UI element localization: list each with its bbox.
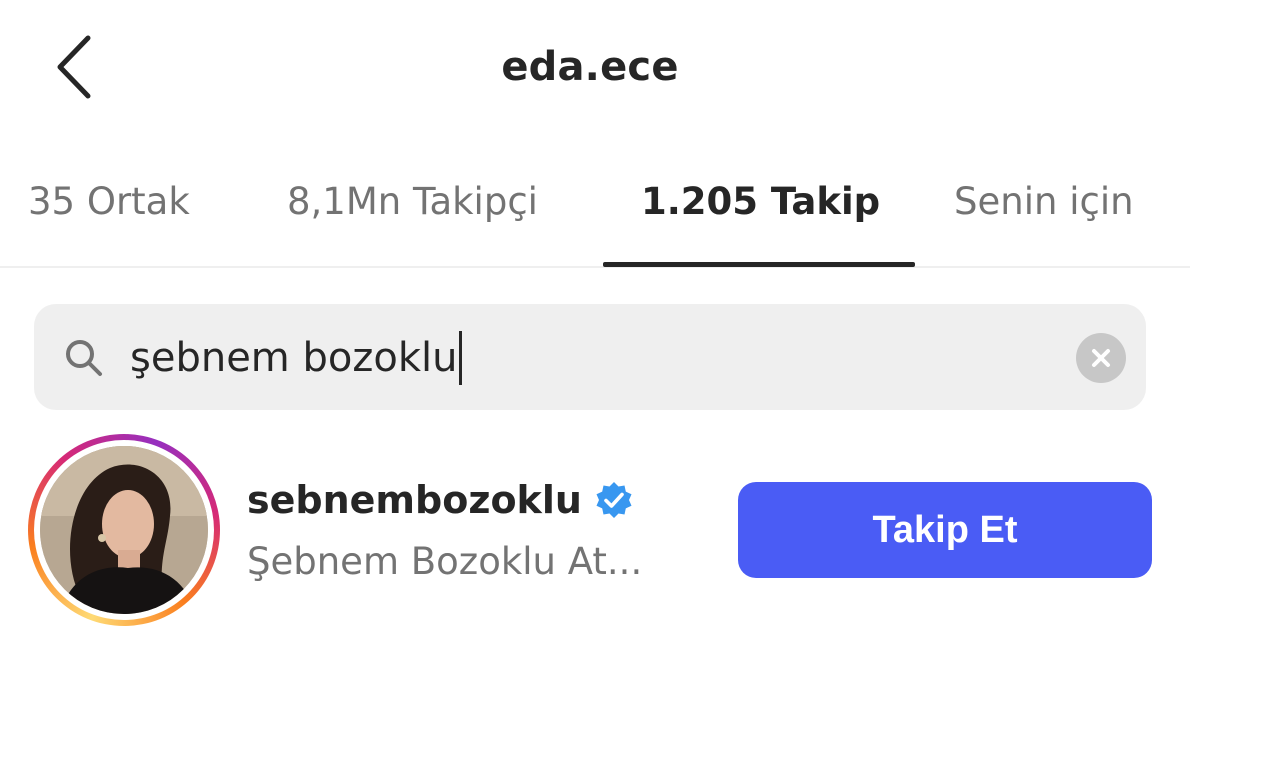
clear-icon: [1092, 349, 1110, 367]
search-bar: şebnem bozoklu: [34, 304, 1146, 410]
clear-search-button[interactable]: [1076, 333, 1126, 383]
result-username-line: sebnembozoklu: [247, 478, 634, 522]
tab-mutual[interactable]: 35 Ortak: [28, 180, 190, 223]
following-search-screen: eda.ece 35 Ortak 8,1Mn Takipçi 1.205 Tak…: [0, 0, 1280, 784]
tab-for-you[interactable]: Senin için: [954, 180, 1134, 223]
text-caret: [459, 331, 463, 385]
result-username[interactable]: sebnembozoklu: [247, 478, 582, 522]
profile-username-title: eda.ece: [501, 44, 679, 90]
search-query-text: şebnem bozoklu: [130, 335, 458, 381]
search-input[interactable]: şebnem bozoklu: [130, 330, 463, 386]
follow-tabs: 35 Ortak 8,1Mn Takipçi 1.205 Takip Senin…: [0, 170, 1190, 268]
search-icon: [66, 340, 102, 376]
search-result-row[interactable]: sebnembozoklu Şebnem Bozoklu At... Takip…: [0, 430, 1280, 630]
result-full-name: Şebnem Bozoklu At...: [247, 540, 643, 583]
story-ring[interactable]: [28, 434, 220, 626]
profile-photo: [40, 446, 208, 614]
tab-followers[interactable]: 8,1Mn Takipçi: [287, 180, 538, 223]
follow-button[interactable]: Takip Et: [738, 482, 1152, 578]
active-tab-indicator: [603, 262, 915, 267]
verified-badge-icon: [596, 482, 632, 518]
tab-following[interactable]: 1.205 Takip: [641, 180, 880, 223]
avatar: [40, 446, 208, 614]
